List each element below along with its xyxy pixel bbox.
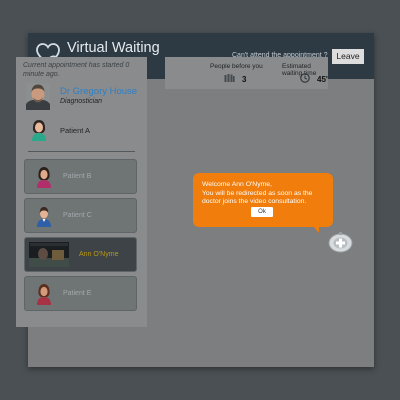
popup-tail [312,225,319,233]
doctor-role: Diagnostician [60,98,103,105]
current-patient-label: Patient A [60,126,91,135]
patient-b-avatar [37,167,51,188]
doctor-avatar [26,83,50,110]
queue-item-ann-onyme[interactable]: Ann O'Nyme [24,237,137,272]
queue-item-label: Patient B [63,173,92,180]
queue-item-patient-e[interactable]: Patient E [24,276,137,311]
queue-item-patient-c[interactable]: Patient C [24,198,137,233]
patient-a-avatar [32,120,46,141]
appointment-panel: Current appointment has started 0 minute… [16,57,147,327]
people-before-label: People before you [210,63,263,70]
queue-item-label: Ann O'Nyme [79,251,119,258]
ok-button[interactable]: Ok [251,207,273,217]
welcome-message: Welcome Ann O'Nyme, You will be redirect… [202,181,329,207]
waiting-time-value: 45' [317,75,328,84]
queue-item-label: Patient E [63,290,92,297]
queue-divider [28,151,135,152]
waiting-stats-panel: People before you 3 Estimated waiting ti… [165,57,328,89]
clock-icon [300,73,310,83]
patient-e-avatar [37,284,51,305]
people-before-value: 3 [242,75,247,84]
doctor-name: Dr Gregory House [60,86,138,97]
appointment-notice: Current appointment has started 0 minute… [23,62,130,78]
self-video-thumbnail [29,242,69,267]
queue-item-label: Patient C [63,212,92,219]
people-icon [224,74,235,82]
assistant-bot-icon[interactable] [328,231,353,253]
patient-c-avatar [37,207,51,227]
welcome-popup: Welcome Ann O'Nyme, You will be redirect… [193,173,333,227]
welcome-message-text: Welcome Ann O'Nyme, You will be redirect… [202,181,313,205]
queue-item-patient-b[interactable]: Patient B [24,159,137,194]
leave-button[interactable]: Leave [332,49,364,64]
